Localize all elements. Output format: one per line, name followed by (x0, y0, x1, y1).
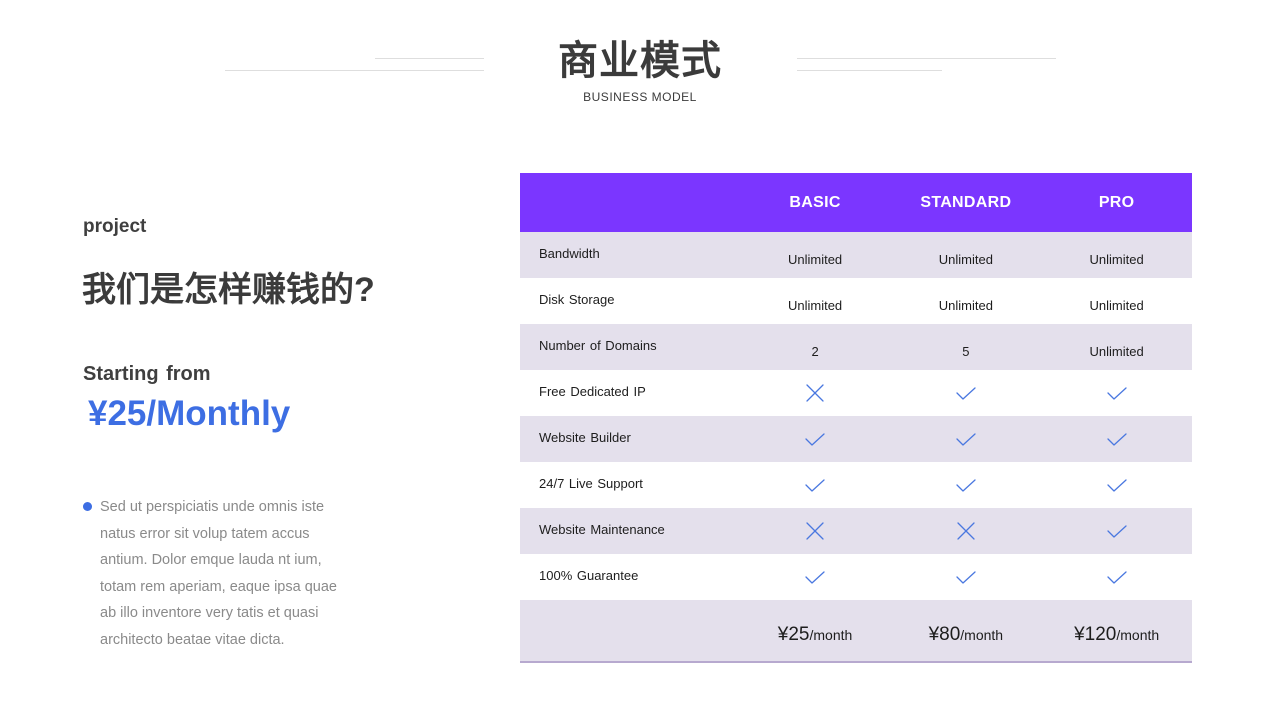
cell-basic: Unlimited (787, 251, 843, 267)
description-text: Sed ut perspiciatis unde omnis iste natu… (100, 499, 337, 648)
cell-pro (1041, 508, 1192, 554)
check-icon (1106, 433, 1127, 446)
page-title: 商业模式 (558, 39, 722, 83)
pricing-table-header: BASIC STANDARD PRO (520, 173, 1192, 232)
section-heading: 我们是怎样赚钱的? (82, 271, 375, 309)
feature-label: Disk Storage (539, 292, 615, 307)
cell-basic (740, 554, 891, 600)
cell-pro (1041, 416, 1192, 462)
table-row: 100% Guarantee (520, 554, 1192, 600)
price-unit: /month (960, 626, 1004, 643)
cell-basic (740, 370, 891, 416)
price-amount: ¥25 (777, 623, 810, 645)
table-row: 24/7 Live Support (520, 462, 1192, 508)
cross-icon (806, 384, 824, 402)
table-row: Website Maintenance (520, 508, 1192, 554)
feature-label: Website Maintenance (539, 522, 665, 537)
pricing-table-body: Bandwidth Unlimited Unlimited Unlimited Disk… (520, 232, 1192, 600)
price-unit: /month (1116, 626, 1160, 643)
feature-label: 100% Guarantee (539, 568, 639, 583)
price-unit: /month (809, 626, 853, 643)
cell-standard: Unlimited (938, 251, 993, 267)
cell-standard (890, 508, 1041, 554)
table-row: Free Dedicated IP (520, 370, 1192, 416)
plan-header-standard: STANDARD (920, 193, 1012, 211)
cell-standard: 5 (962, 343, 970, 359)
check-icon (956, 571, 976, 584)
cross-icon (806, 522, 824, 540)
project-label: project (83, 216, 147, 237)
cell-standard (890, 370, 1041, 416)
price-pro: ¥120/month (1041, 600, 1192, 661)
plan-header-basic: BASIC (789, 193, 841, 211)
page-subtitle: BUSINESS MODEL (583, 90, 697, 104)
check-icon (956, 479, 976, 492)
header-empty-cell (520, 173, 740, 232)
starting-price: ¥25/Monthly (88, 394, 291, 433)
price-amount: ¥120 (1074, 623, 1117, 645)
feature-label: Website Builder (539, 430, 631, 445)
slide: 商业模式 BUSINESS MODEL project 我们是怎样赚钱的? St… (0, 0, 1280, 720)
plan-header-pro: PRO (1098, 193, 1135, 211)
cell-pro: Unlimited (1089, 343, 1144, 359)
feature-label: 24/7 Live Support (539, 476, 643, 491)
table-row: Number of Domains 2 5 Unlimited (520, 324, 1192, 370)
cell-pro: Unlimited (1089, 297, 1144, 313)
price-basic: ¥25/month (740, 600, 891, 661)
cell-basic: 2 (811, 343, 819, 359)
cell-basic: Unlimited (787, 297, 843, 313)
cross-icon (957, 522, 975, 540)
cell-basic (740, 416, 891, 462)
check-icon (956, 433, 976, 446)
check-icon (1106, 479, 1127, 492)
check-icon (1106, 387, 1127, 400)
cell-pro (1041, 554, 1192, 600)
price-standard: ¥80/month (890, 600, 1041, 661)
feature-label: Bandwidth (539, 246, 600, 261)
table-row: Disk Storage Unlimited Unlimited Unlimited (520, 278, 1192, 324)
bullet-dot-icon (83, 502, 92, 511)
starting-from-label: Starting from (83, 363, 211, 385)
cell-basic (740, 462, 891, 508)
cell-basic (740, 508, 891, 554)
check-icon (1106, 525, 1127, 538)
cell-pro (1041, 370, 1192, 416)
cell-standard (890, 462, 1041, 508)
cell-pro (1041, 462, 1192, 508)
check-icon (1106, 571, 1127, 584)
check-icon (805, 571, 825, 584)
cell-pro: Unlimited (1089, 251, 1144, 267)
price-row-empty-cell (520, 600, 740, 661)
feature-label: Free Dedicated IP (539, 384, 646, 399)
check-icon (805, 479, 825, 492)
table-row: Website Builder (520, 416, 1192, 462)
price-row: ¥25/month ¥80/month ¥120/month (520, 600, 1192, 661)
feature-label: Number of Domains (539, 338, 657, 353)
check-icon (805, 433, 825, 446)
pricing-table: BASIC STANDARD PRO Bandwidth Unlimited Unl… (520, 173, 1192, 663)
cell-standard (890, 554, 1041, 600)
cell-standard (890, 416, 1041, 462)
price-amount: ¥80 (928, 623, 961, 645)
cell-standard: Unlimited (938, 297, 993, 313)
table-row: Bandwidth Unlimited Unlimited Unlimited (520, 232, 1192, 278)
check-icon (956, 387, 976, 400)
